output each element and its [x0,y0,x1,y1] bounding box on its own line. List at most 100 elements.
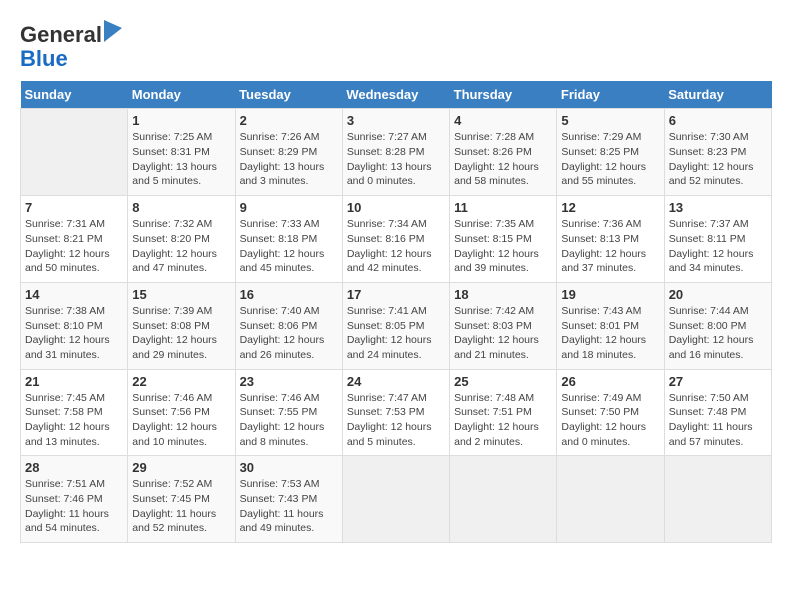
day-number: 14 [25,287,123,302]
day-info: Sunrise: 7:29 AMSunset: 8:25 PMDaylight:… [561,130,659,189]
calendar-cell [664,456,771,543]
weekday-header-cell: Thursday [450,81,557,109]
day-number: 1 [132,113,230,128]
calendar-week-row: 28 Sunrise: 7:51 AMSunset: 7:46 PMDayligh… [21,456,772,543]
day-info: Sunrise: 7:38 AMSunset: 8:10 PMDaylight:… [25,304,123,363]
calendar-cell: 12 Sunrise: 7:36 AMSunset: 8:13 PMDayligh… [557,196,664,283]
day-number: 28 [25,460,123,475]
weekday-header-cell: Tuesday [235,81,342,109]
day-number: 30 [240,460,338,475]
calendar-cell: 2 Sunrise: 7:26 AMSunset: 8:29 PMDaylight… [235,109,342,196]
calendar-cell: 17Sunrise: 7:41 AMSunset: 8:05 PMDayligh… [342,282,449,369]
calendar-week-row: 14 Sunrise: 7:38 AMSunset: 8:10 PMDayligh… [21,282,772,369]
day-info: Sunrise: 7:53 AMSunset: 7:43 PMDaylight:… [240,477,338,536]
calendar-cell: 18 Sunrise: 7:42 AMSunset: 8:03 PMDayligh… [450,282,557,369]
day-number: 6 [669,113,767,128]
calendar-cell: 20 Sunrise: 7:44 AMSunset: 8:00 PMDayligh… [664,282,771,369]
day-number: 23 [240,374,338,389]
day-info: Sunrise: 7:46 AMSunset: 7:56 PMDaylight:… [132,391,230,450]
day-number: 18 [454,287,552,302]
weekday-header-cell: Sunday [21,81,128,109]
calendar-cell: 7 Sunrise: 7:31 AMSunset: 8:21 PMDaylight… [21,196,128,283]
calendar-week-row: 21 Sunrise: 7:45 AMSunset: 7:58 PMDayligh… [21,369,772,456]
calendar-cell: 9 Sunrise: 7:33 AMSunset: 8:18 PMDaylight… [235,196,342,283]
day-number: 5 [561,113,659,128]
day-info: Sunrise: 7:33 AMSunset: 8:18 PMDaylight:… [240,217,338,276]
day-number: 29 [132,460,230,475]
day-info: Sunrise: 7:50 AMSunset: 7:48 PMDaylight:… [669,391,767,450]
day-number: 25 [454,374,552,389]
calendar-cell: 19 Sunrise: 7:43 AMSunset: 8:01 PMDayligh… [557,282,664,369]
day-number: 17 [347,287,445,302]
calendar-cell: 27 Sunrise: 7:50 AMSunset: 7:48 PMDayligh… [664,369,771,456]
day-number: 7 [25,200,123,215]
day-number: 21 [25,374,123,389]
calendar-cell: 23 Sunrise: 7:46 AMSunset: 7:55 PMDayligh… [235,369,342,456]
day-info: Sunrise: 7:35 AMSunset: 8:15 PMDaylight:… [454,217,552,276]
day-info: Sunrise: 7:47 AMSunset: 7:53 PMDaylight:… [347,391,445,450]
calendar-table: SundayMondayTuesdayWednesdayThursdayFrid… [20,81,772,543]
weekday-header-cell: Wednesday [342,81,449,109]
calendar-cell: 14 Sunrise: 7:38 AMSunset: 8:10 PMDayligh… [21,282,128,369]
calendar-cell: 26Sunrise: 7:49 AMSunset: 7:50 PMDayligh… [557,369,664,456]
day-number: 19 [561,287,659,302]
calendar-cell [450,456,557,543]
day-info: Sunrise: 7:52 AMSunset: 7:45 PMDaylight:… [132,477,230,536]
calendar-cell: 3Sunrise: 7:27 AMSunset: 8:28 PMDaylight… [342,109,449,196]
day-number: 2 [240,113,338,128]
day-number: 3 [347,113,445,128]
day-number: 24 [347,374,445,389]
day-number: 22 [132,374,230,389]
weekday-header-cell: Friday [557,81,664,109]
day-number: 11 [454,200,552,215]
calendar-cell: 5 Sunrise: 7:29 AMSunset: 8:25 PMDaylight… [557,109,664,196]
day-number: 26 [561,374,659,389]
day-info: Sunrise: 7:43 AMSunset: 8:01 PMDaylight:… [561,304,659,363]
logo-general: General [20,22,102,47]
logo-icon [104,20,122,42]
day-info: Sunrise: 7:28 AMSunset: 8:26 PMDaylight:… [454,130,552,189]
calendar-cell [342,456,449,543]
calendar-cell: 1Sunrise: 7:25 AMSunset: 8:31 PMDaylight… [128,109,235,196]
day-info: Sunrise: 7:44 AMSunset: 8:00 PMDaylight:… [669,304,767,363]
day-number: 16 [240,287,338,302]
day-info: Sunrise: 7:34 AMSunset: 8:16 PMDaylight:… [347,217,445,276]
weekday-header-row: SundayMondayTuesdayWednesdayThursdayFrid… [21,81,772,109]
day-info: Sunrise: 7:46 AMSunset: 7:55 PMDaylight:… [240,391,338,450]
calendar-cell [557,456,664,543]
calendar-body: 1Sunrise: 7:25 AMSunset: 8:31 PMDaylight… [21,109,772,543]
calendar-cell: 29 Sunrise: 7:52 AMSunset: 7:45 PMDayligh… [128,456,235,543]
calendar-cell: 30 Sunrise: 7:53 AMSunset: 7:43 PMDayligh… [235,456,342,543]
day-info: Sunrise: 7:37 AMSunset: 8:11 PMDaylight:… [669,217,767,276]
day-number: 20 [669,287,767,302]
calendar-cell: 15Sunrise: 7:39 AMSunset: 8:08 PMDayligh… [128,282,235,369]
calendar-cell: 16Sunrise: 7:40 AMSunset: 8:06 PMDayligh… [235,282,342,369]
day-info: Sunrise: 7:39 AMSunset: 8:08 PMDaylight:… [132,304,230,363]
day-number: 27 [669,374,767,389]
day-info: Sunrise: 7:36 AMSunset: 8:13 PMDaylight:… [561,217,659,276]
day-number: 13 [669,200,767,215]
logo: General Blue [20,20,122,71]
calendar-cell: 11 Sunrise: 7:35 AMSunset: 8:15 PMDayligh… [450,196,557,283]
calendar-cell: 21 Sunrise: 7:45 AMSunset: 7:58 PMDayligh… [21,369,128,456]
day-number: 4 [454,113,552,128]
day-number: 12 [561,200,659,215]
calendar-cell: 22 Sunrise: 7:46 AMSunset: 7:56 PMDayligh… [128,369,235,456]
calendar-cell: 10 Sunrise: 7:34 AMSunset: 8:16 PMDayligh… [342,196,449,283]
weekday-header-cell: Monday [128,81,235,109]
day-info: Sunrise: 7:48 AMSunset: 7:51 PMDaylight:… [454,391,552,450]
day-info: Sunrise: 7:42 AMSunset: 8:03 PMDaylight:… [454,304,552,363]
calendar-cell [21,109,128,196]
day-info: Sunrise: 7:32 AMSunset: 8:20 PMDaylight:… [132,217,230,276]
day-info: Sunrise: 7:31 AMSunset: 8:21 PMDaylight:… [25,217,123,276]
day-info: Sunrise: 7:51 AMSunset: 7:46 PMDaylight:… [25,477,123,536]
calendar-cell: 13 Sunrise: 7:37 AMSunset: 8:11 PMDayligh… [664,196,771,283]
calendar-cell: 8Sunrise: 7:32 AMSunset: 8:20 PMDaylight… [128,196,235,283]
calendar-week-row: 1Sunrise: 7:25 AMSunset: 8:31 PMDaylight… [21,109,772,196]
day-number: 9 [240,200,338,215]
day-info: Sunrise: 7:26 AMSunset: 8:29 PMDaylight:… [240,130,338,189]
day-number: 10 [347,200,445,215]
day-info: Sunrise: 7:45 AMSunset: 7:58 PMDaylight:… [25,391,123,450]
logo-blue: Blue [20,46,68,71]
calendar-cell: 28 Sunrise: 7:51 AMSunset: 7:46 PMDayligh… [21,456,128,543]
